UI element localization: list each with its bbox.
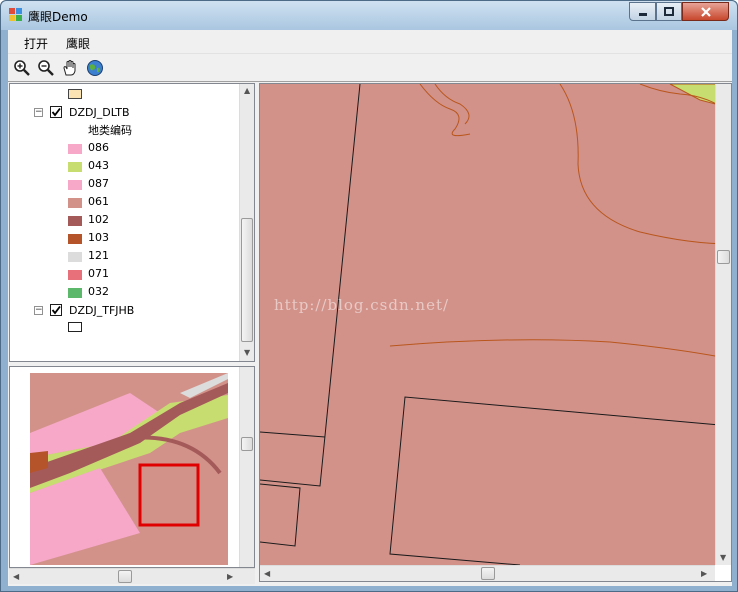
scroll-left-arrow-icon[interactable]: ◀ (264, 569, 270, 578)
full-extent-globe-icon[interactable] (86, 59, 104, 77)
scroll-right-arrow-icon[interactable]: ▶ (227, 572, 233, 581)
legend-swatch (68, 252, 82, 262)
legend-swatch (68, 288, 82, 298)
top-layer-swatch (68, 89, 82, 99)
minimize-button[interactable] (629, 2, 656, 21)
minimize-icon (638, 13, 647, 16)
collapse-toggle[interactable]: − (34, 306, 43, 315)
layer-visibility-checkbox[interactable] (50, 106, 62, 118)
watermark-text: http://blog.csdn.net/ (274, 296, 450, 314)
close-icon (700, 7, 711, 17)
land-parcel-061 (260, 84, 731, 565)
legend-swatch (68, 270, 82, 280)
scroll-down-arrow-icon[interactable]: ▼ (720, 553, 726, 562)
menu-eagle-eye[interactable]: 鹰眼 (66, 35, 90, 52)
close-button[interactable] (682, 2, 729, 21)
layer-row-dzdj-tfjhb: − DZDJ_TFJHB (10, 302, 240, 320)
overview-scroll-thumb[interactable] (241, 437, 253, 451)
map-horizontal-scrollbar[interactable]: ◀ ▶ (260, 565, 715, 581)
map-vertical-scrollbar[interactable]: ▼ (715, 84, 731, 565)
legend-swatch (68, 180, 82, 190)
collapse-toggle[interactable]: − (34, 108, 43, 117)
legend-class-label: 032 (88, 285, 109, 298)
legend-class-label: 086 (88, 141, 109, 154)
map-vscroll-thumb[interactable] (717, 250, 730, 264)
overview-hscroll-thumb[interactable] (118, 570, 132, 583)
checkmark-icon (51, 305, 61, 315)
zoom-out-icon[interactable] (37, 59, 55, 77)
map-hscroll-thumb[interactable] (481, 567, 495, 580)
legend-swatch-tfjhb (68, 322, 82, 332)
app-icon (9, 8, 22, 21)
legend-class-label: 103 (88, 231, 109, 244)
toolbar (8, 55, 732, 82)
layer-toc[interactable]: − DZDJ_DLTB 地类编码 086 043 087 061 102 103 121 07… (9, 83, 255, 362)
window-title: 鹰眼Demo (28, 10, 88, 24)
legend-class-label: 087 (88, 177, 109, 190)
overview-map[interactable] (30, 373, 228, 565)
layer-row-dzdj-dltb: − DZDJ_DLTB (10, 104, 240, 122)
layer-name: DZDJ_TFJHB (69, 304, 135, 317)
legend-class-label: 121 (88, 249, 109, 262)
scroll-down-arrow-icon[interactable]: ▼ (244, 348, 250, 357)
overview-vertical-scrollbar[interactable] (239, 367, 254, 567)
maximize-button[interactable] (656, 2, 682, 21)
legend-class-label: 043 (88, 159, 109, 172)
map-canvas[interactable] (260, 84, 731, 566)
legend-class-label: 061 (88, 195, 109, 208)
legend-swatch (68, 144, 82, 154)
legend-swatch (68, 198, 82, 208)
main-map-view[interactable]: http://blog.csdn.net/ ▼ ◀ ▶ (259, 83, 732, 582)
client-area: 打开 鹰眼 − DZDJ_DLTB 地类编码 086 043 087 061 1… (8, 30, 732, 586)
pan-hand-icon[interactable] (61, 59, 79, 77)
toc-vertical-scrollbar[interactable]: ▲ ▼ (239, 84, 254, 361)
scroll-right-arrow-icon[interactable]: ▶ (701, 569, 707, 578)
legend-class-label: 102 (88, 213, 109, 226)
layer-field-name: 地类编码 (88, 124, 132, 137)
layer-name: DZDJ_DLTB (69, 106, 130, 119)
title-bar[interactable]: 鹰眼Demo (1, 1, 737, 30)
layer-visibility-checkbox[interactable] (50, 304, 62, 316)
toc-scroll-thumb[interactable] (241, 218, 253, 342)
legend-class-label: 071 (88, 267, 109, 280)
menu-bar: 打开 鹰眼 (8, 30, 732, 54)
scroll-up-arrow-icon[interactable]: ▲ (244, 86, 250, 95)
overview-map-panel (9, 366, 255, 568)
scroll-left-arrow-icon[interactable]: ◀ (13, 572, 19, 581)
legend-swatch (68, 216, 82, 226)
legend-swatch (68, 234, 82, 244)
legend-swatch (68, 162, 82, 172)
menu-open[interactable]: 打开 (24, 35, 48, 52)
app-window: 鹰眼Demo 打开 鹰眼 − DZDJ_DLTB 地类编码 086 043 08… (0, 0, 738, 592)
overview-horizontal-scrollbar[interactable]: ◀ ▶ (9, 568, 255, 584)
maximize-icon (664, 7, 674, 16)
checkmark-icon (51, 107, 61, 117)
zoom-in-icon[interactable] (13, 59, 31, 77)
